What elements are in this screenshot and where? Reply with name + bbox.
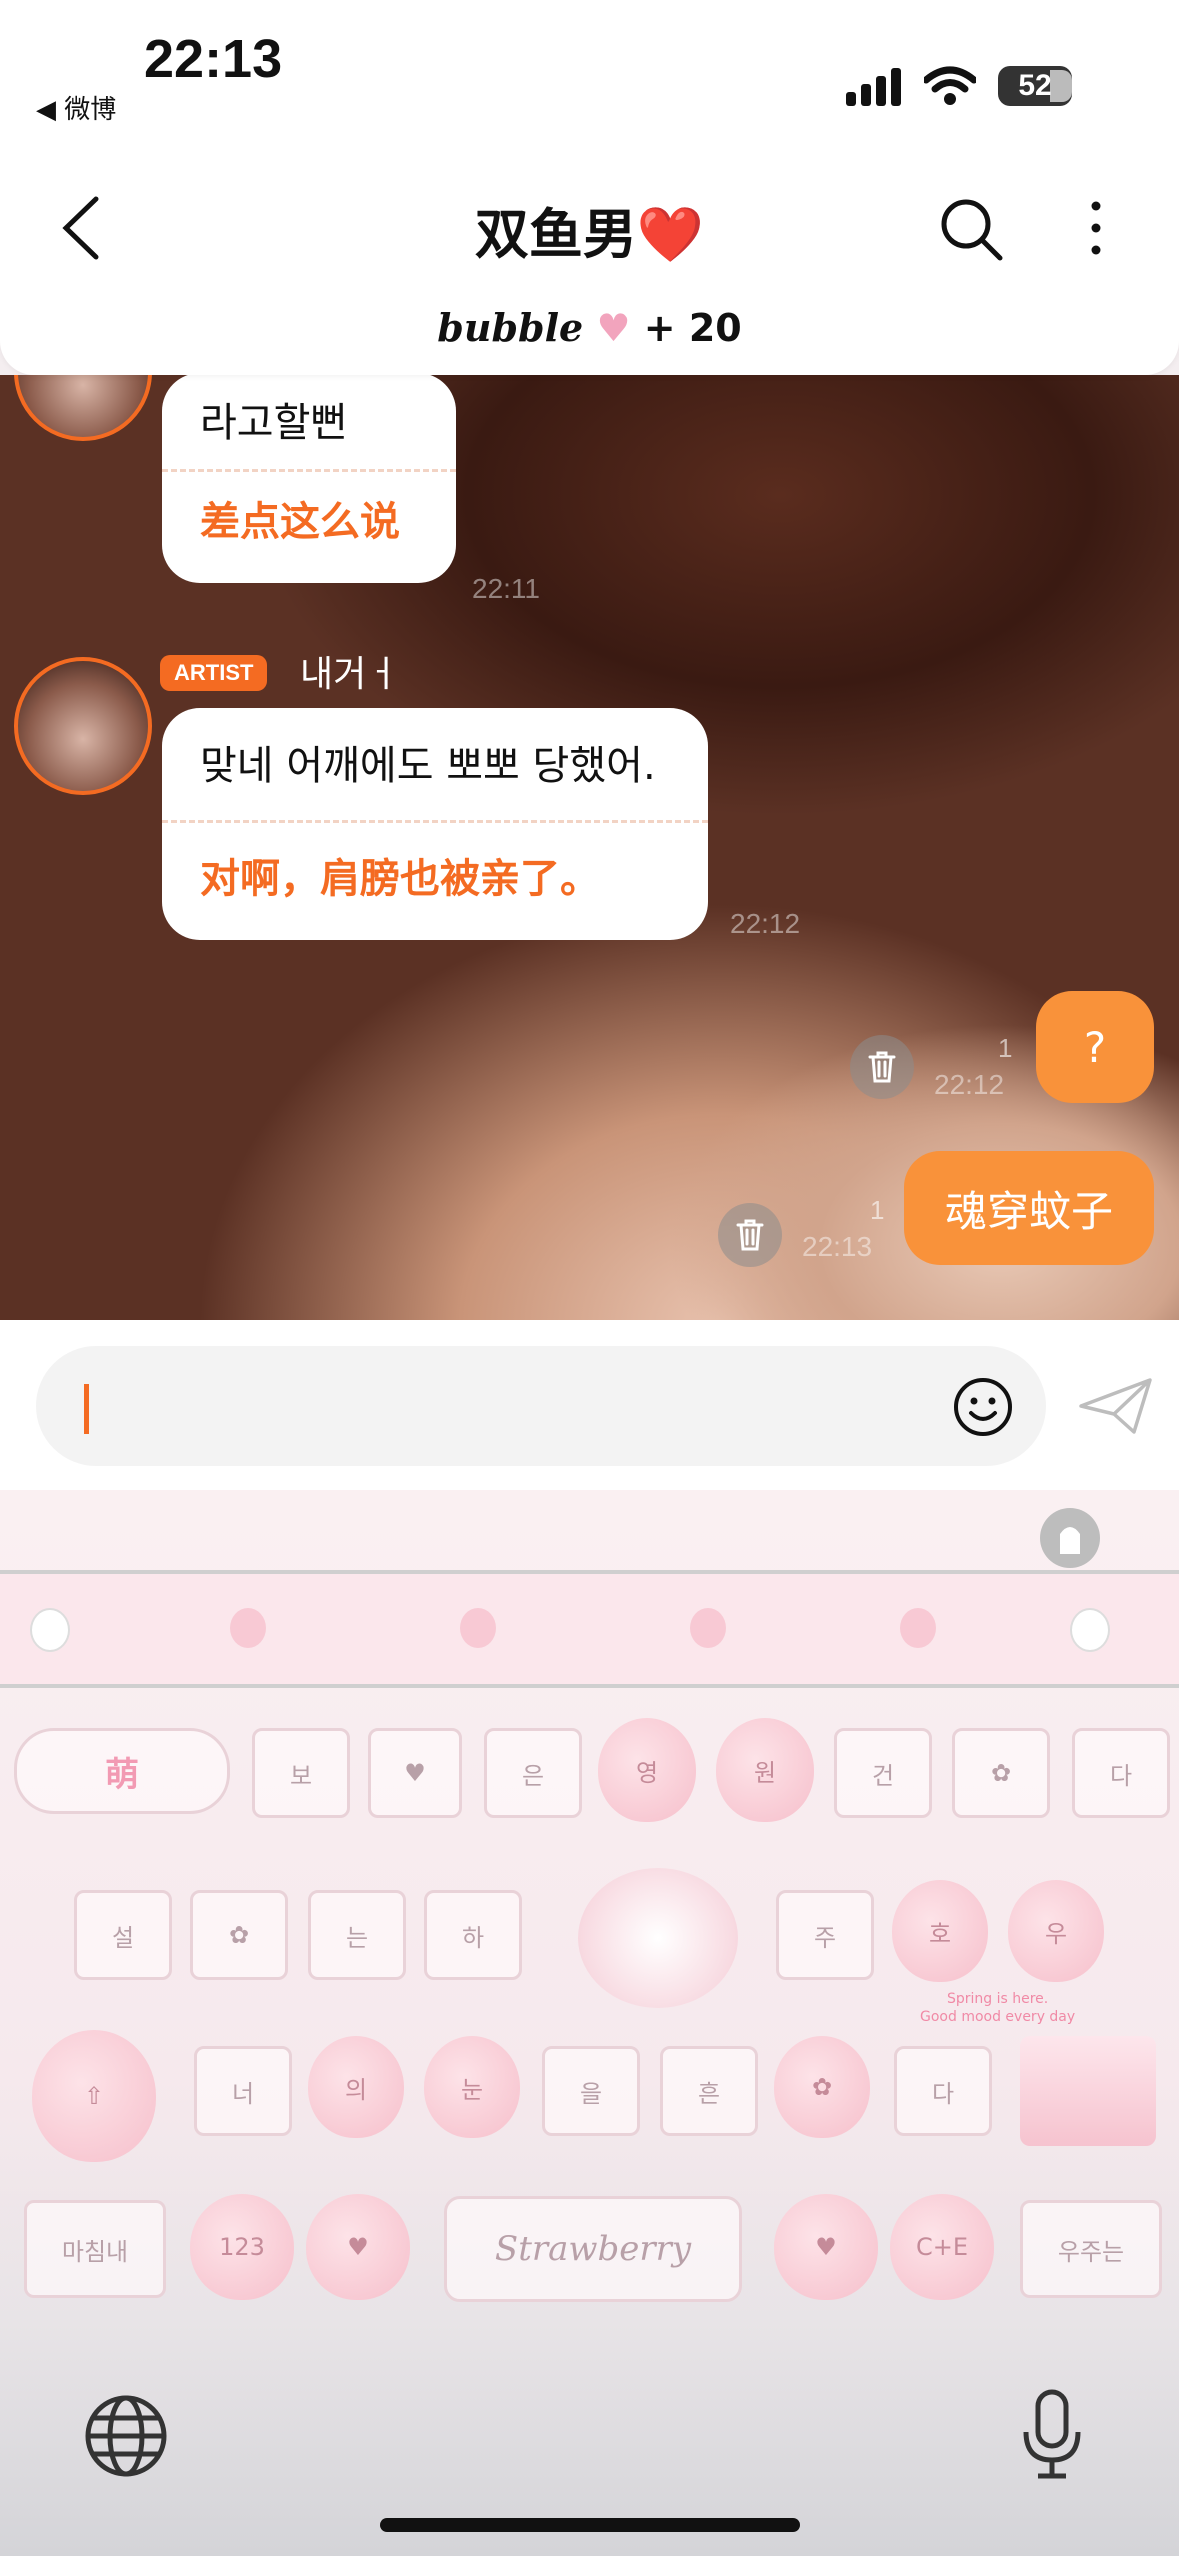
key[interactable]: 보 [252, 1728, 350, 1818]
emoji-key[interactable]: ♥ [368, 1728, 462, 1818]
message-input-bar [0, 1320, 1179, 1490]
back-to-app-button[interactable]: ◀ 微博 [36, 88, 116, 126]
key[interactable]: 너 [194, 2046, 292, 2136]
my-message-bubble[interactable]: ? [1036, 991, 1154, 1103]
globe-icon[interactable] [84, 2394, 168, 2478]
key[interactable]: 우 [1008, 1880, 1104, 1982]
top-bar: 22:13 ◀ 微博 52 双鱼男❤️ bubble ♥ + 20 [0, 0, 1179, 375]
back-triangle-icon: ◀ [36, 95, 65, 125]
backspace-key[interactable] [1020, 2036, 1156, 2146]
message-text: 맞네 어깨에도 뽀뽀 당했어. [200, 743, 656, 789]
key[interactable]: 영 [598, 1718, 696, 1822]
artist-avatar[interactable] [14, 375, 152, 441]
lock-icon [1060, 1527, 1080, 1554]
wifi-icon [924, 66, 976, 105]
send-icon[interactable] [1078, 1376, 1154, 1436]
message-time: 22:13 [802, 1231, 873, 1262]
bubble-count: bubble ♥ + 20 [437, 305, 742, 350]
emoji-key[interactable]: ✿ [774, 2036, 870, 2138]
artist-avatar[interactable] [14, 657, 152, 795]
key[interactable]: 다 [1072, 1728, 1170, 1818]
keyboard-decoration-ribbon [0, 1570, 1179, 1688]
keyboard: 萌 보 ♥ 은 영 원 건 ✿ 다 설 ✿ 는 하 주 호 우 Spring i… [0, 1490, 1179, 2556]
status-time: 22:13 [144, 29, 283, 89]
emoji-key[interactable]: ✿ [190, 1890, 288, 1980]
numbers-key[interactable]: 123 [190, 2194, 294, 2300]
battery-icon: 52 [998, 66, 1072, 106]
text-caret [84, 1384, 89, 1434]
artist-badge: ARTIST [160, 655, 268, 691]
key[interactable]: 설 [74, 1890, 172, 1980]
space-bar[interactable]: Strawberry [444, 2196, 742, 2302]
key[interactable]: C+E [890, 2194, 994, 2300]
bubble-brand: bubble [437, 305, 584, 350]
message-bubble[interactable]: 라고할뻔 差点这么说 [162, 375, 456, 583]
key[interactable]: 은 [484, 1728, 582, 1818]
my-message-bubble[interactable]: 魂穿蚊子 [904, 1151, 1154, 1265]
delete-message-button[interactable] [718, 1203, 782, 1267]
emoji-key[interactable]: ♥ [774, 2194, 878, 2300]
emoji-key[interactable]: ✿ [952, 1728, 1050, 1818]
emoji-icon[interactable] [952, 1376, 1014, 1438]
sender-name: 내거ㅓ [300, 654, 400, 695]
key[interactable]: 하 [424, 1890, 522, 1980]
message-time: 22:12 [730, 908, 801, 939]
space-key[interactable] [578, 1868, 738, 2008]
heart-emoji: ❤️ [636, 203, 705, 266]
key[interactable]: 주 [776, 1890, 874, 1980]
message-bubble[interactable]: 맞네 어깨에도 뽀뽀 당했어. 对啊，肩膀也被亲了。 [162, 708, 708, 940]
translation-text: 差点这么说 [200, 499, 400, 545]
microphone-icon[interactable] [1018, 2388, 1086, 2482]
keyboard-decoration-text: Spring is here. Good mood every day [920, 1991, 1076, 2025]
search-icon[interactable] [938, 196, 1004, 262]
message-time: 22:11 [472, 573, 540, 604]
key[interactable]: 萌 [14, 1728, 230, 1814]
key[interactable]: 는 [308, 1890, 406, 1980]
read-count: 1 [870, 1195, 885, 1225]
key[interactable]: 다 [894, 2046, 992, 2136]
key[interactable]: 건 [834, 1728, 932, 1818]
message-input[interactable] [36, 1346, 1046, 1466]
keyboard-theme-icon[interactable] [1040, 1508, 1100, 1568]
chat-area[interactable]: 라고할뻔 差点这么说 22:11 ARTIST 내거ㅓ 맞네 어깨에도 뽀뽀 당… [0, 375, 1179, 1320]
key[interactable]: 을 [542, 2046, 640, 2136]
more-options-icon[interactable] [1086, 200, 1106, 256]
read-count: 1 [998, 1033, 1013, 1063]
emoji-key[interactable]: ♥ [306, 2194, 410, 2300]
home-indicator [380, 2518, 800, 2532]
trash-icon [868, 1051, 896, 1083]
cellular-signal-icon [846, 68, 901, 106]
trash-icon [736, 1219, 764, 1251]
message-time: 22:12 [934, 1069, 1005, 1100]
key[interactable]: 의 [308, 2036, 404, 2138]
key[interactable]: 눈 [424, 2036, 520, 2138]
key[interactable]: 호 [892, 1880, 988, 1982]
message-text: 라고할뻔 [200, 400, 348, 446]
key[interactable]: 마침내 [24, 2200, 166, 2298]
shift-key[interactable]: ⇧ [32, 2030, 156, 2162]
back-app-label: 微博 [64, 95, 117, 125]
return-key[interactable]: 우주는 [1020, 2200, 1162, 2298]
delete-message-button[interactable] [850, 1035, 914, 1099]
key[interactable]: 흔 [660, 2046, 758, 2136]
translation-text: 对啊，肩膀也被亲了。 [200, 856, 600, 902]
heart-bubble-icon: ♥ [596, 306, 631, 350]
key[interactable]: 원 [716, 1718, 814, 1822]
